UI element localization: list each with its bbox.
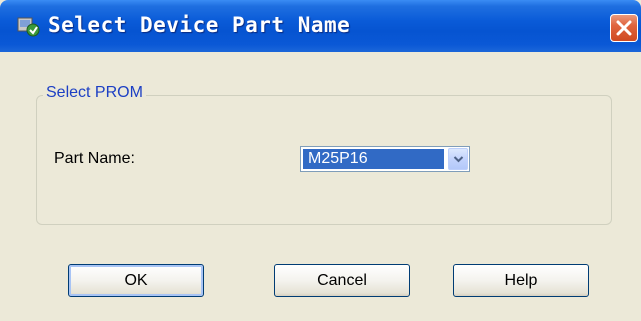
ok-button[interactable]: OK — [68, 264, 204, 297]
app-icon — [16, 15, 42, 39]
close-icon — [616, 20, 632, 36]
window-title: Select Device Part Name — [48, 13, 351, 37]
part-name-dropdown[interactable]: M25P16 — [300, 146, 470, 172]
dropdown-button[interactable] — [448, 148, 468, 170]
group-legend: Select PROM — [43, 83, 146, 103]
select-device-part-name-dialog: Select Device Part Name Select PROM Part… — [0, 0, 641, 321]
chevron-down-icon — [453, 156, 464, 163]
help-button[interactable]: Help — [453, 264, 589, 297]
cancel-button[interactable]: Cancel — [274, 264, 410, 297]
part-name-label: Part Name: — [54, 150, 135, 167]
part-name-selected-value: M25P16 — [303, 149, 444, 169]
close-button[interactable] — [610, 14, 638, 42]
title-bar[interactable]: Select Device Part Name — [0, 0, 641, 52]
